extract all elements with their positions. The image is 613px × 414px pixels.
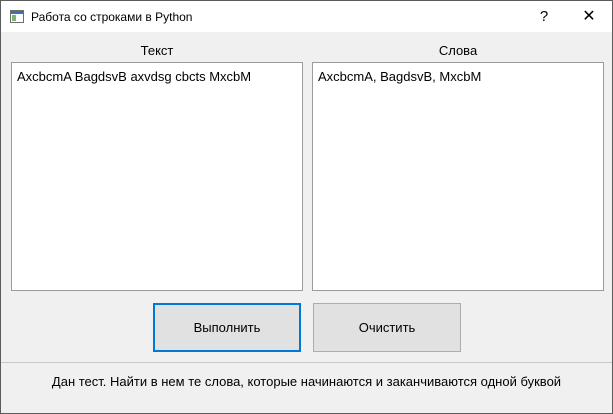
window-title: Работа со строками в Python [31, 10, 193, 24]
main-window: Работа со строками в Python ? ✕ Текст Сл… [0, 0, 613, 414]
words-label: Слова [438, 43, 478, 58]
text-label: Текст [140, 43, 174, 58]
task-description: Дан тест. Найти в нем те слова, которые … [51, 374, 562, 389]
words-output[interactable]: AxcbcmA, BagdsvB, MxcbM [312, 62, 604, 291]
clear-button[interactable]: Очистить [313, 303, 461, 352]
app-icon [10, 10, 24, 23]
separator [1, 362, 612, 363]
help-button[interactable]: ? [521, 1, 567, 32]
run-button[interactable]: Выполнить [153, 303, 301, 352]
text-input[interactable]: AxcbcmA BagdsvB axvdsg cbcts MxcbM [11, 62, 303, 291]
close-button[interactable]: ✕ [566, 1, 612, 32]
title-bar[interactable]: Работа со строками в Python ? ✕ [1, 1, 612, 32]
